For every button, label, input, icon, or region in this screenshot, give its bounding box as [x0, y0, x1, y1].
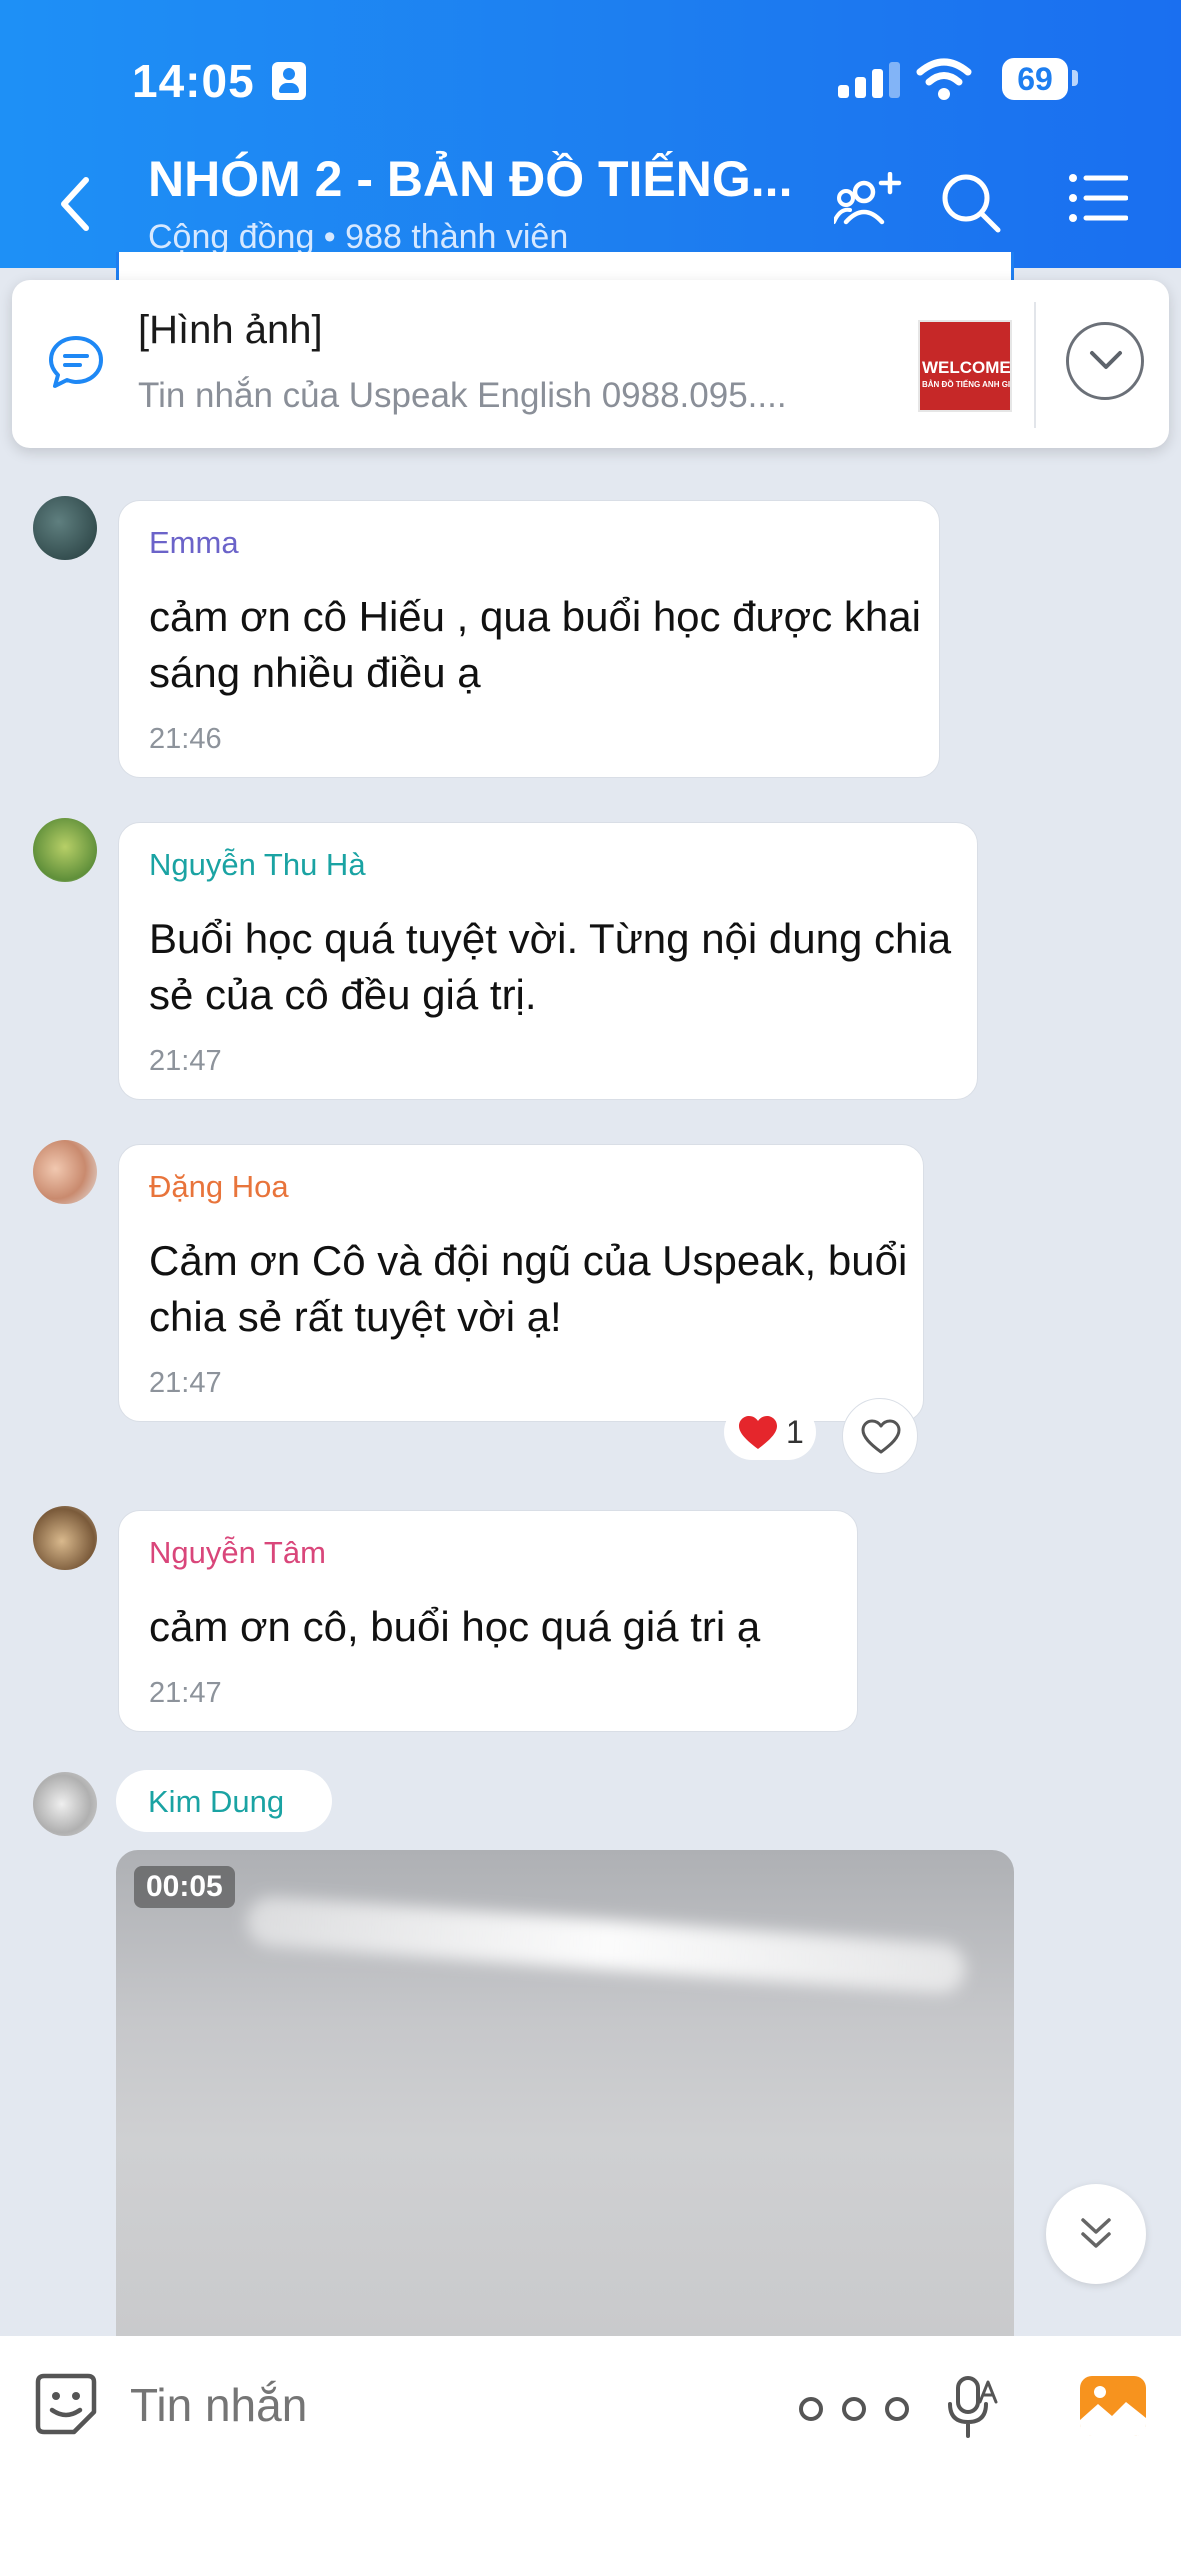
- expand-pinned-button[interactable]: [1066, 322, 1144, 400]
- chevron-down-icon: [1090, 351, 1122, 369]
- wifi-icon: [916, 58, 972, 100]
- pinned-title: [Hình ảnh]: [138, 308, 323, 352]
- video-message[interactable]: 00:05: [116, 1850, 1014, 2336]
- pinned-subtitle: Tin nhắn của Uspeak English 0988.095....: [138, 376, 787, 415]
- id-card-icon: [272, 62, 306, 100]
- heart-icon: [739, 1416, 777, 1449]
- message-bubble[interactable]: Emma cảm ơn cô Hiếu , qua buổi học được …: [118, 500, 940, 778]
- message-text: Buổi học quá tuyệt vời. Từng nội dung ch…: [149, 915, 952, 1018]
- chevron-left-icon[interactable]: [58, 176, 92, 232]
- message-time: 21:46: [149, 723, 222, 755]
- thumbnail-caption: BẢN ĐỒ TIẾNG ANH GI: [922, 380, 1011, 389]
- sender-name[interactable]: Nguyễn Thu Hà: [149, 847, 366, 883]
- message-time: 21:47: [149, 1045, 222, 1077]
- thumbnail-heading: WELCOME: [922, 358, 1011, 377]
- message-bubble[interactable]: Đặng Hoa Cảm ơn Cô và đội ngũ của Uspeak…: [118, 1144, 924, 1422]
- image-icon[interactable]: [1078, 2374, 1148, 2438]
- message-text: Cảm ơn Cô và đội ngũ của Uspeak, buổi ch…: [149, 1237, 908, 1340]
- group-title[interactable]: NHÓM 2 - BẢN ĐỒ TIẾNG...: [148, 150, 792, 208]
- pinned-thumbnail[interactable]: WELCOME BẢN ĐỒ TIẾNG ANH GI: [918, 320, 1012, 412]
- scroll-to-bottom-button[interactable]: [1046, 2184, 1146, 2284]
- message-bubble[interactable]: Nguyễn Tâm cảm ơn cô, buổi học quá giá t…: [118, 1510, 858, 1732]
- reaction-badge[interactable]: 1: [724, 1404, 816, 1460]
- message-input[interactable]: [130, 2378, 730, 2432]
- avatar[interactable]: [33, 1772, 97, 1836]
- header-bar: 14:05 69 NHÓM 2 - BẢN ĐỒ TIẾNG... Cộng đ…: [0, 0, 1181, 268]
- battery-tip: [1072, 70, 1078, 86]
- previous-message-edge: [116, 252, 1014, 282]
- message-text: cảm ơn cô, buổi học quá giá tri ạ: [149, 1603, 761, 1650]
- video-frame-light: [245, 1894, 967, 1996]
- pinned-divider: [1034, 302, 1036, 428]
- like-button[interactable]: [842, 1398, 918, 1474]
- message-text: cảm ơn cô Hiếu , qua buổi học được khai …: [149, 593, 921, 696]
- list-menu-icon[interactable]: [1068, 172, 1128, 224]
- search-icon[interactable]: [940, 172, 1002, 234]
- status-time: 14:05: [132, 55, 255, 107]
- battery-indicator: 69: [1002, 58, 1068, 100]
- message-time: 21:47: [149, 1677, 222, 1709]
- chat-bubble-icon: [49, 336, 103, 388]
- sender-name[interactable]: Nguyễn Tâm: [149, 1535, 326, 1571]
- sender-name[interactable]: Emma: [149, 525, 239, 561]
- mic-icon[interactable]: [944, 2374, 1000, 2440]
- avatar[interactable]: [33, 1506, 97, 1570]
- avatar[interactable]: [33, 818, 97, 882]
- message-bubble[interactable]: Nguyễn Thu Hà Buổi học quá tuyệt vời. Từ…: [118, 822, 978, 1100]
- message-time: 21:47: [149, 1367, 222, 1399]
- sender-name: Kim Dung: [148, 1784, 285, 1819]
- reaction-count: 1: [786, 1414, 804, 1450]
- heart-outline-icon: [861, 1419, 901, 1454]
- more-icon[interactable]: [796, 2394, 916, 2424]
- signal-icon: [838, 62, 900, 98]
- sender-name-chip[interactable]: Kim Dung: [116, 1770, 332, 1832]
- sticker-icon[interactable]: [34, 2372, 98, 2436]
- double-chevron-down-icon: [1081, 2218, 1111, 2248]
- sender-name[interactable]: Đặng Hoa: [149, 1169, 289, 1205]
- pinned-message-banner[interactable]: [Hình ảnh] Tin nhắn của Uspeak English 0…: [12, 280, 1169, 448]
- avatar[interactable]: [33, 1140, 97, 1204]
- message-composer: [0, 2336, 1181, 2560]
- avatar[interactable]: [33, 496, 97, 560]
- add-member-icon[interactable]: [834, 172, 904, 232]
- video-duration: 00:05: [134, 1866, 235, 1908]
